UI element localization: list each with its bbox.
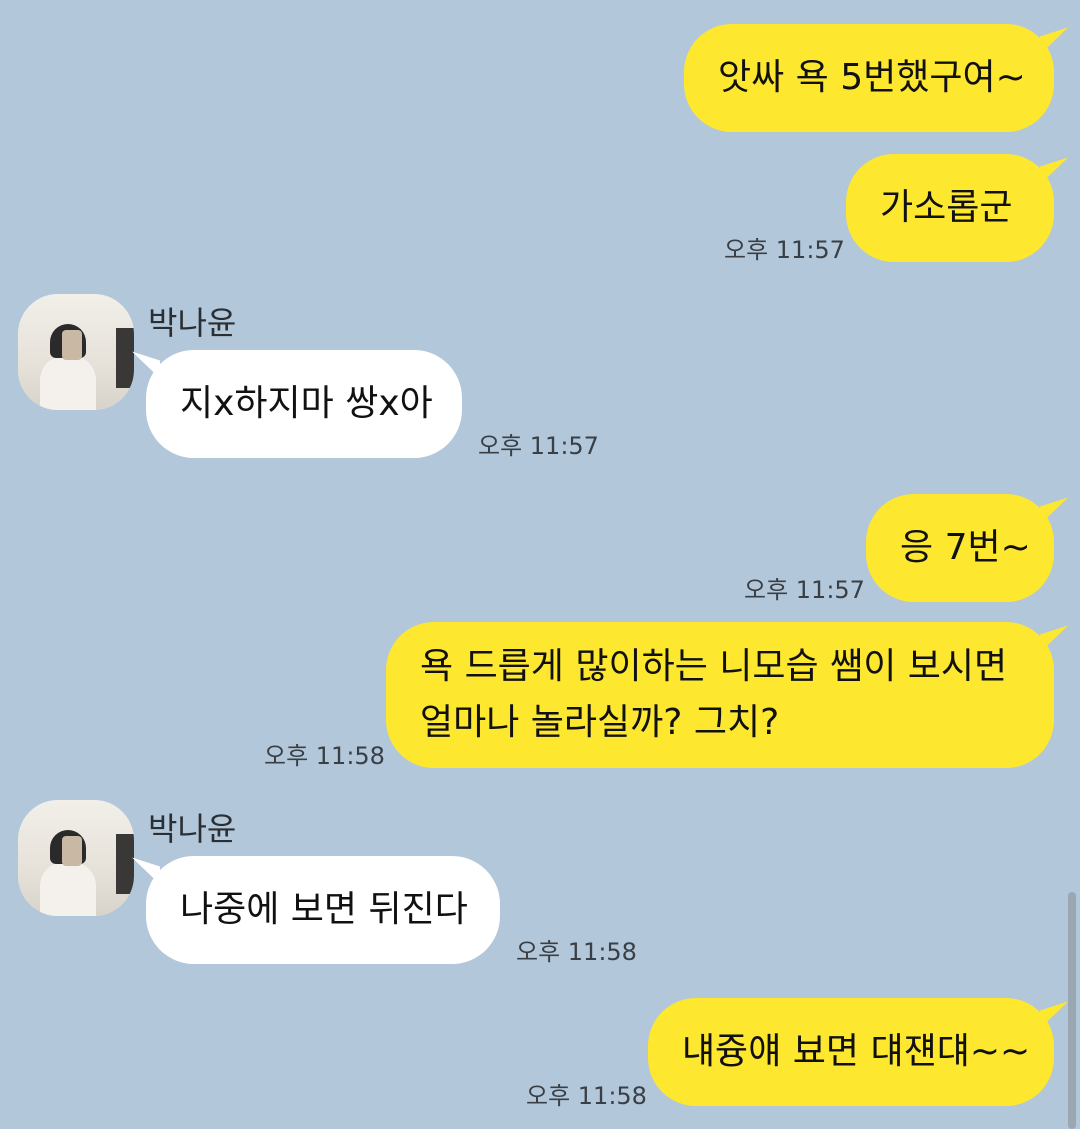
chat-area[interactable]: 앗싸 욕 5번했구여~ 가소롭군 오후 11:57 박나윤 지x하지마 쌍x아 … [0, 0, 1080, 1129]
message-time: 오후 11:58 [516, 938, 637, 966]
my-message-bubble[interactable]: 앗싸 욕 5번했구여~ [684, 24, 1054, 132]
message-text: 응 7번~ [900, 527, 1031, 568]
avatar[interactable] [18, 294, 134, 410]
message-text: 욕 드릅게 많이하는 니모습 쌤이 보시면 얼마나 놀라실까? 그치? [420, 646, 1008, 743]
my-message-bubble[interactable]: 냬즁얘 뵤면 댸쟨댸~~ [648, 998, 1054, 1106]
message-time: 오후 11:58 [526, 1082, 647, 1110]
message-time: 오후 11:57 [744, 576, 865, 604]
message-text: 가소롭군 [880, 187, 1013, 228]
message-time: 오후 11:57 [724, 236, 845, 264]
scrollbar[interactable] [1068, 892, 1076, 1129]
my-message-bubble[interactable]: 욕 드릅게 많이하는 니모습 쌤이 보시면 얼마나 놀라실까? 그치? [386, 622, 1054, 768]
my-message-bubble[interactable]: 응 7번~ [866, 494, 1054, 602]
message-text: 냬즁얘 뵤면 댸쟨댸~~ [682, 1031, 1031, 1072]
message-text: 지x하지마 쌍x아 [180, 383, 433, 424]
avatar[interactable] [18, 800, 134, 916]
sender-name: 박나윤 [148, 810, 237, 848]
sender-name: 박나윤 [148, 304, 237, 342]
my-message-bubble[interactable]: 가소롭군 [846, 154, 1054, 262]
message-text: 앗싸 욕 5번했구여~ [718, 57, 1026, 98]
message-time: 오후 11:57 [478, 432, 599, 460]
other-message-bubble[interactable]: 지x하지마 쌍x아 [146, 350, 462, 458]
message-text: 나중에 보면 뒤진다 [180, 889, 468, 930]
message-time: 오후 11:58 [264, 742, 385, 770]
other-message-bubble[interactable]: 나중에 보면 뒤진다 [146, 856, 500, 964]
